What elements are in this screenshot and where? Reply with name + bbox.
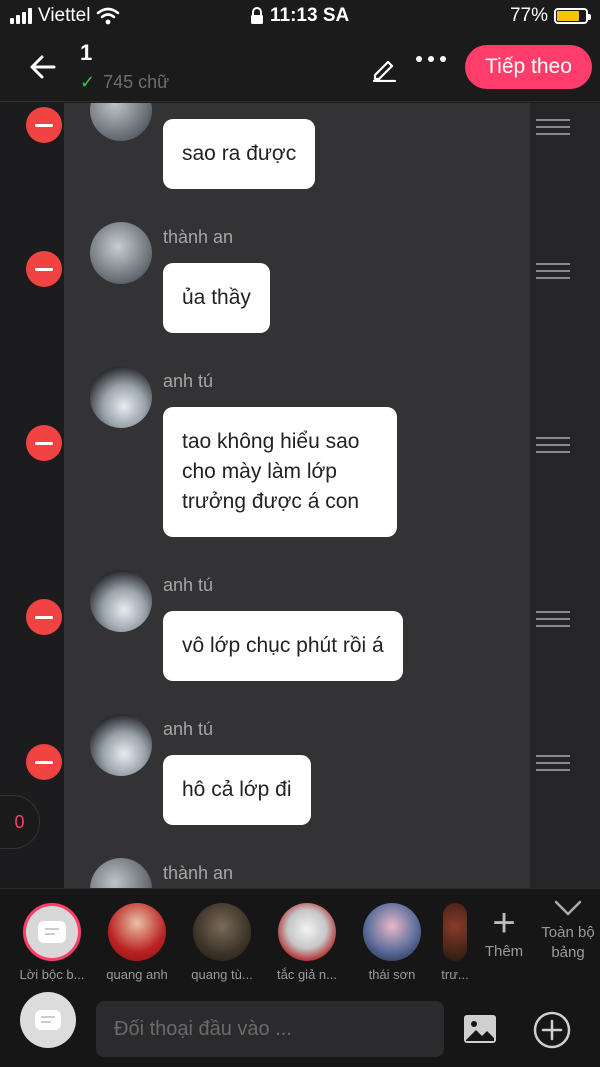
word-count: ✓ 745 chữ bbox=[80, 72, 169, 93]
pencil-icon[interactable] bbox=[370, 54, 398, 82]
add-character-label: Thêm bbox=[484, 943, 524, 960]
avatar bbox=[278, 903, 336, 961]
sender-name: anh tú bbox=[163, 371, 214, 391]
drag-handle-icon[interactable] bbox=[536, 437, 570, 458]
message-bubble[interactable]: sao ra được bbox=[163, 119, 316, 189]
signal-icon bbox=[10, 8, 32, 24]
check-icon: ✓ bbox=[80, 72, 96, 92]
character-strip: Lời bộc b... quang anh quang tù... tắc g… bbox=[0, 888, 600, 990]
sender-name: anh tú bbox=[163, 719, 214, 739]
message-bubble[interactable]: hô cả lớp đi bbox=[163, 755, 311, 825]
avatar bbox=[108, 903, 166, 961]
all-board-label: Toàn bộ bảng bbox=[541, 924, 595, 961]
character-label: tắc giả n... bbox=[277, 967, 337, 982]
drag-handle-icon[interactable] bbox=[536, 263, 570, 284]
character-narrator[interactable]: Lời bộc b... bbox=[12, 903, 92, 982]
character-item[interactable]: tắc giả n... bbox=[267, 903, 347, 982]
plus-icon: + bbox=[492, 901, 516, 945]
clock: 11:13 SA bbox=[270, 5, 350, 26]
delete-message-button[interactable] bbox=[26, 744, 62, 780]
narrator-icon bbox=[23, 903, 81, 961]
character-item[interactable]: quang tù... bbox=[182, 903, 262, 982]
dialogue-input[interactable] bbox=[96, 1001, 444, 1057]
battery-icon bbox=[554, 8, 591, 24]
time-group: 11:13 SA bbox=[250, 5, 349, 27]
avatar bbox=[90, 714, 152, 776]
battery-percent: 77% bbox=[509, 5, 548, 26]
drag-handle-icon[interactable] bbox=[536, 755, 570, 776]
lock-icon bbox=[251, 7, 263, 24]
arrow-left-icon[interactable] bbox=[26, 50, 60, 84]
avatar bbox=[90, 366, 152, 428]
sender-name: thành an bbox=[163, 227, 234, 247]
narrator-toggle-button[interactable] bbox=[20, 992, 76, 1048]
more-dots-icon[interactable] bbox=[416, 56, 446, 62]
character-item[interactable]: trư... bbox=[426, 903, 484, 982]
avatar bbox=[90, 570, 152, 632]
word-count-label: 745 chữ bbox=[103, 72, 170, 92]
character-label: quang anh bbox=[106, 967, 168, 982]
delete-message-button[interactable] bbox=[26, 251, 62, 287]
character-label: thái sơn bbox=[368, 967, 416, 982]
message-bubble[interactable]: vô lớp chục phút rồi á bbox=[163, 611, 403, 681]
drag-handle-icon[interactable] bbox=[536, 119, 570, 140]
message-bubble[interactable]: tao không hiểu sao cho mày làm lớp trưởn… bbox=[163, 407, 397, 537]
all-board-button[interactable]: Toàn bộ bảng bbox=[536, 899, 600, 963]
carrier-name: Viettel bbox=[38, 5, 91, 26]
avatar bbox=[90, 222, 152, 284]
chevron-down-icon bbox=[554, 900, 582, 916]
sender-name: anh tú bbox=[163, 575, 214, 595]
avatar bbox=[193, 903, 251, 961]
composer-bar bbox=[0, 990, 600, 1067]
delete-message-button[interactable] bbox=[26, 107, 62, 143]
plus-circle-icon[interactable] bbox=[532, 1010, 572, 1050]
character-label: Lời bộc b... bbox=[19, 967, 85, 982]
carrier-group: Viettel bbox=[10, 5, 120, 27]
avatar bbox=[443, 903, 467, 961]
page-title: 1 bbox=[80, 40, 93, 65]
top-bar: 1 ✓ 745 chữ Tiếp theo bbox=[0, 34, 600, 102]
battery-group: 77% bbox=[509, 5, 591, 27]
character-label: quang tù... bbox=[191, 967, 253, 982]
character-label: trư... bbox=[441, 967, 469, 982]
status-bar: Viettel 11:13 SA 77% bbox=[0, 0, 600, 34]
add-character-button[interactable]: + Thêm bbox=[478, 903, 530, 960]
character-item[interactable]: quang anh bbox=[97, 903, 177, 982]
next-button[interactable]: Tiếp theo bbox=[465, 45, 592, 89]
image-icon[interactable] bbox=[463, 1014, 497, 1044]
drag-handle-icon[interactable] bbox=[536, 611, 570, 632]
message-bubble[interactable]: ủa thầy bbox=[163, 263, 270, 333]
avatar bbox=[363, 903, 421, 961]
delete-message-button[interactable] bbox=[26, 425, 62, 461]
chat-area[interactable]: sao ra được thành an ủa thầy anh tú tao … bbox=[0, 103, 600, 888]
character-item[interactable]: thái sơn bbox=[352, 903, 432, 982]
narrator-icon bbox=[35, 1010, 61, 1030]
delete-message-button[interactable] bbox=[26, 599, 62, 635]
wifi-icon bbox=[97, 7, 120, 25]
sender-name: thành an bbox=[163, 863, 234, 883]
